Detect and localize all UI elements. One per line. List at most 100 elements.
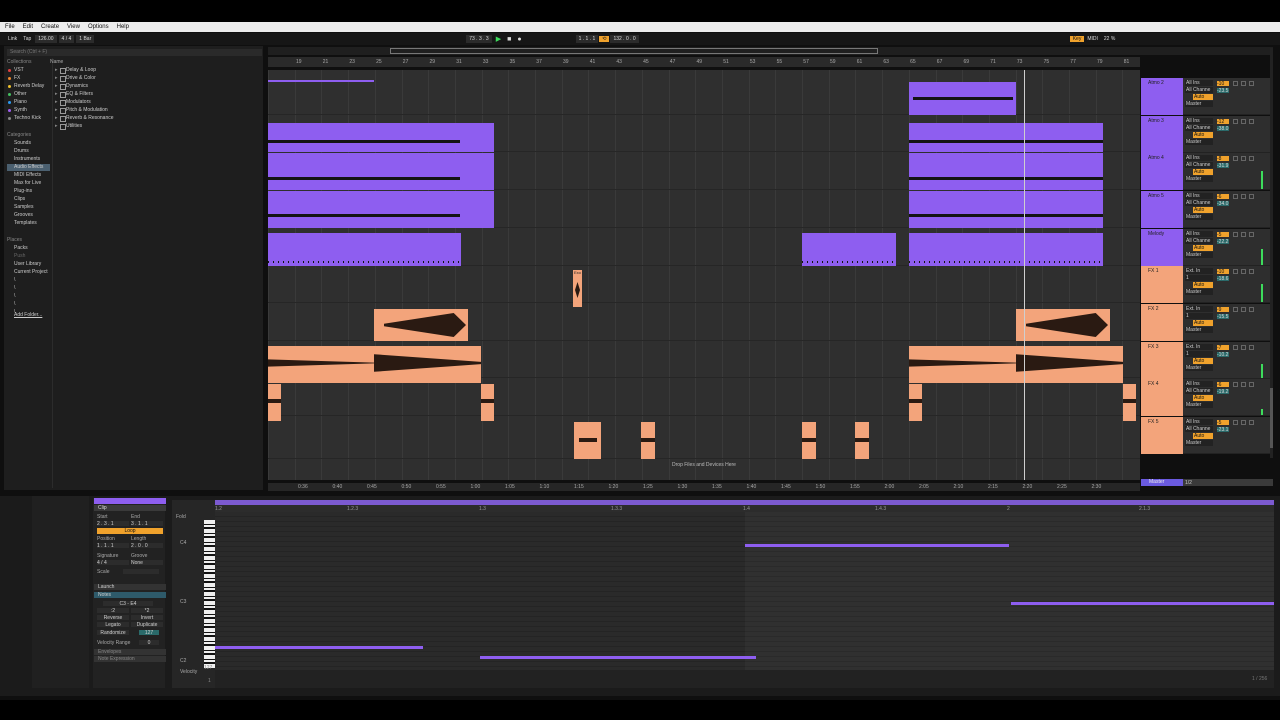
solo-button[interactable] (1241, 420, 1246, 425)
invert-button[interactable]: Invert (131, 615, 163, 621)
category-plug-ins[interactable]: Plug-ins (7, 188, 50, 195)
place-packs[interactable]: Packs (7, 245, 50, 252)
folder-drive-color[interactable]: Drive & Color (55, 75, 96, 82)
audio-clip[interactable] (374, 346, 481, 383)
track-volume[interactable]: -7 (1217, 345, 1229, 351)
audio-clip[interactable] (268, 384, 281, 421)
category-drums[interactable]: Drums (7, 148, 50, 155)
solo-button[interactable] (1241, 156, 1246, 161)
track-header-fx-2[interactable]: FX 2 Ext. In 1 Auto Master -9 -15.5 (1141, 304, 1273, 341)
randomize-button[interactable]: Randomize (97, 630, 129, 636)
play-icon[interactable]: ▶ (493, 35, 504, 43)
input-channel-menu[interactable]: All Channe (1185, 200, 1213, 206)
note-range-field[interactable]: C3 - E4 (103, 601, 153, 607)
audio-clip[interactable] (641, 422, 655, 459)
track-pan[interactable]: -31.9 (1217, 163, 1229, 169)
end-field[interactable]: 3 . 1 . 1 (131, 521, 163, 527)
link-button[interactable]: Link (5, 36, 20, 42)
track-name[interactable]: Atmo 5 (1141, 191, 1183, 228)
lane-fx-4[interactable] (268, 379, 1140, 421)
monitor-auto-button[interactable]: Auto (1193, 282, 1213, 288)
output-menu[interactable]: Master (1185, 252, 1213, 258)
arrangement-view[interactable]: Exo Drop Files and Devices Here (268, 70, 1140, 480)
audio-clip[interactable] (1016, 309, 1110, 341)
quantize-menu[interactable]: 1 Bar (76, 35, 95, 43)
menu-create[interactable]: Create (41, 24, 59, 30)
output-menu[interactable]: Master (1185, 214, 1213, 220)
audio-clip[interactable] (481, 384, 494, 421)
notes-section-header[interactable]: Notes (94, 592, 166, 598)
folder-modulators[interactable]: Modulators (55, 99, 91, 106)
input-channel-menu[interactable]: 1 (1185, 275, 1213, 281)
velocity-lane[interactable] (215, 670, 1274, 688)
piano-roll-ruler[interactable]: 1.2 1.2.3 1.3 1.3.3 1.4 1.4.3 2 2.1.3 (215, 505, 1274, 512)
category-clips[interactable]: Clips (7, 196, 50, 203)
midi-clip[interactable] (909, 153, 1103, 190)
input-channel-menu[interactable]: 1 (1185, 351, 1213, 357)
track-header-fx-3[interactable]: FX 3 Ext. In 1 Auto Master -7 -10.2 (1141, 342, 1273, 379)
track-name[interactable]: Atmo 4 (1141, 153, 1183, 190)
envelopes-section-header[interactable]: Envelopes (94, 649, 166, 655)
category-templates[interactable]: Templates (7, 220, 50, 227)
track-volume[interactable]: -6 (1217, 194, 1229, 200)
track-pan[interactable]: -22.2 (1217, 239, 1229, 245)
overview-viewport[interactable] (390, 48, 878, 54)
collection-other[interactable]: Other (7, 91, 50, 98)
track-name[interactable]: FX 3 (1141, 342, 1183, 379)
input-type-menu[interactable]: All Ins (1185, 155, 1213, 161)
monitor-auto-button[interactable]: Auto (1193, 94, 1213, 100)
clip-color-strip[interactable] (94, 498, 166, 504)
track-volume[interactable]: -5 (1217, 420, 1229, 426)
solo-button[interactable] (1241, 307, 1246, 312)
category-grooves[interactable]: Grooves (7, 212, 50, 219)
output-menu[interactable]: Master (1185, 101, 1213, 107)
arm-button[interactable] (1249, 420, 1254, 425)
length-field[interactable]: 2 . 0 . 0 (131, 543, 163, 549)
track-name[interactable]: Atmo 2 (1141, 78, 1183, 115)
audio-clip[interactable] (909, 384, 922, 421)
output-menu[interactable]: Master (1185, 365, 1213, 371)
track-volume[interactable]: -9 (1217, 307, 1229, 313)
vertical-scrollbar[interactable] (1270, 48, 1273, 458)
place-push[interactable]: Push (7, 253, 50, 260)
lane-fx-3[interactable] (268, 341, 1140, 383)
midi-clip-tail[interactable] (268, 80, 374, 82)
track-volume[interactable]: -8 (1217, 156, 1229, 162)
midi-note[interactable] (215, 646, 423, 649)
audio-clip[interactable] (574, 422, 601, 459)
duplicate-button[interactable]: Duplicate (131, 622, 163, 628)
signature-field[interactable]: 4 / 4 (97, 560, 129, 566)
lane-fx-2[interactable] (268, 304, 1140, 341)
monitor-auto-button[interactable]: Auto (1193, 132, 1213, 138)
arm-button[interactable] (1249, 194, 1254, 199)
piano-keyboard[interactable] (204, 520, 215, 668)
output-menu[interactable]: Master (1185, 440, 1213, 446)
track-name[interactable]: FX 2 (1141, 304, 1183, 341)
midi-clip[interactable] (909, 233, 1103, 266)
lane-atmo-5[interactable] (268, 191, 1140, 228)
track-volume[interactable]: -12 (1217, 119, 1229, 125)
track-volume[interactable]: -6 (1217, 382, 1229, 388)
category-samples[interactable]: Samples (7, 204, 50, 211)
audio-clip[interactable] (1016, 346, 1123, 383)
input-channel-menu[interactable]: All Channe (1185, 388, 1213, 394)
fold-button[interactable]: Fold (176, 514, 186, 520)
category-midi-effects[interactable]: MIDI Effects (7, 172, 50, 179)
half-tempo-button[interactable]: :2 (97, 608, 129, 614)
input-type-menu[interactable]: All Ins (1185, 193, 1213, 199)
solo-button[interactable] (1241, 382, 1246, 387)
midi-clip[interactable] (802, 233, 896, 266)
loop-length-field[interactable]: 132 . 0 . 0 (610, 35, 639, 43)
solo-button[interactable] (1241, 119, 1246, 124)
track-volume[interactable]: -5 (1217, 232, 1229, 238)
collection-reverb-delay[interactable]: Reverb Delay (7, 83, 50, 90)
track-activator-button[interactable] (1233, 194, 1238, 199)
track-header-fx-5[interactable]: FX 5 All Ins All Channe Auto Master -5 -… (1141, 417, 1273, 454)
collection-vst[interactable]: VST (7, 67, 50, 74)
lane-melody[interactable] (268, 229, 1140, 266)
output-menu[interactable]: Master (1185, 402, 1213, 408)
arrangement-overview[interactable] (268, 47, 1273, 55)
track-name[interactable]: FX 4 (1141, 379, 1183, 416)
track-header-atmo-2[interactable]: Atmo 2 All Ins All Channe Auto Master -1… (1141, 78, 1273, 115)
monitor-auto-button[interactable]: Auto (1193, 207, 1213, 213)
